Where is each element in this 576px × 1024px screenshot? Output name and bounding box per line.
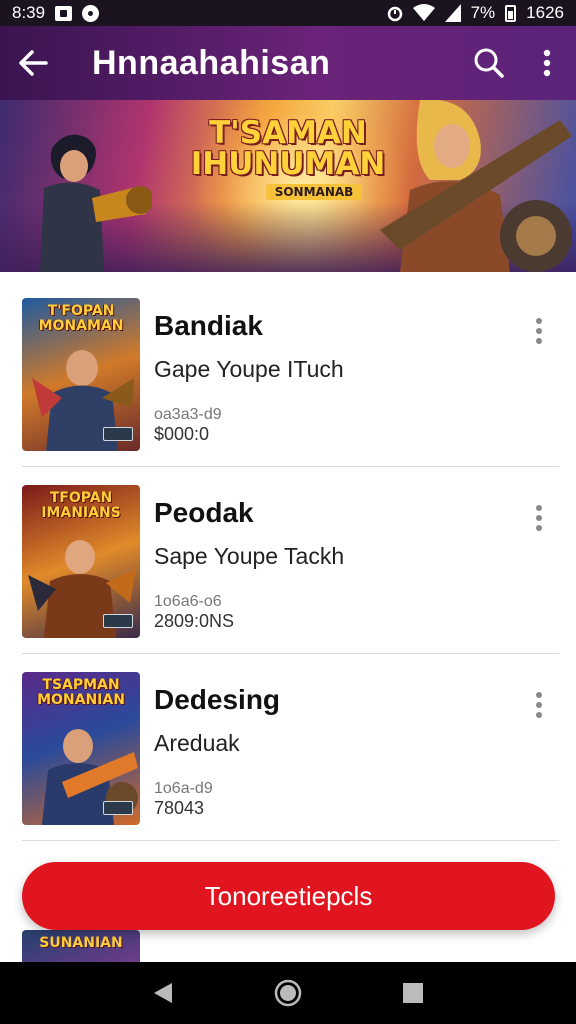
item-title: Peodak [154, 497, 254, 528]
list-item[interactable]: TFOPAN IMANIANS Peodak Sape Youpe Tackh … [22, 467, 559, 654]
game-list: T'FOPAN MONAMAN Bandiak Gape Youpe ITuch… [22, 280, 559, 841]
status-time: 8:39 [12, 3, 46, 22]
item-subtitle: Gape Youpe ITuch [154, 356, 344, 382]
primary-cta-button[interactable]: Tonoreetiepcls [22, 862, 555, 930]
more-vert-icon [536, 318, 542, 344]
thumbnail-badge [103, 801, 133, 815]
status-right: 7% 1626 [387, 3, 564, 23]
item-price: $000:0 [154, 424, 210, 444]
thumbnail-title: TSAPMAN MONANIAN [37, 677, 125, 709]
partial-thumbnail-title: SUNANIAN [39, 935, 123, 951]
item-subtitle: Sape Youpe Tackh [154, 543, 345, 569]
status-bar: 8:39 7% 1626 [0, 0, 576, 26]
app-bar: Hnnaahahisan [0, 26, 576, 100]
item-thumbnail: T'FOPAN MONAMAN [22, 298, 140, 451]
promo-banner[interactable]: T'SAMAN IHUNUMAN SONMANAB [0, 100, 576, 272]
signal-icon [444, 4, 461, 22]
thumbnail-badge [103, 614, 133, 628]
banner-tagline: SONMANAB [266, 184, 362, 200]
status-left: 8:39 [12, 3, 100, 23]
hero-right-character [380, 100, 572, 272]
thumbnail-title: T'FOPAN MONAMAN [38, 303, 124, 335]
item-more-button[interactable] [527, 690, 551, 720]
item-thumbnail: TSAPMAN MONANIAN [22, 672, 140, 825]
hero-left-character [40, 134, 152, 272]
item-price: 2809:0NS [154, 611, 235, 631]
search-icon [474, 48, 504, 78]
notification-circle-icon [82, 4, 100, 22]
item-meta: oa3a3-d9 [154, 406, 222, 423]
back-button[interactable] [0, 26, 66, 100]
nav-home-button[interactable] [268, 973, 308, 1013]
nav-recents-button[interactable] [393, 973, 433, 1013]
nav-back-button[interactable] [143, 973, 183, 1013]
search-button[interactable] [460, 26, 518, 100]
thumbnail-title: TFOPAN IMANIANS [41, 490, 121, 522]
notification-box-icon [55, 5, 73, 21]
item-thumbnail: TFOPAN IMANIANS [22, 485, 140, 638]
more-vert-icon [536, 692, 542, 718]
app-title: Hnnaahahisan [92, 43, 331, 82]
item-meta: 1o6a6-o6 [154, 593, 222, 610]
thumbnail-badge [103, 427, 133, 441]
system-nav-bar [0, 962, 576, 1024]
item-meta: 1o6a-d9 [154, 780, 213, 797]
nav-back-icon [153, 983, 172, 1003]
nav-home-icon [274, 979, 302, 1007]
partial-item-thumbnail[interactable]: SUNANIAN [22, 930, 140, 962]
status-clock: 1626 [526, 3, 564, 22]
item-more-button[interactable] [527, 316, 551, 346]
item-subtitle: Areduak [154, 730, 240, 756]
banner-title-line1: T'SAMAN [209, 115, 367, 151]
battery-icon [505, 4, 517, 22]
nav-recents-icon [403, 983, 424, 1003]
item-price: 78043 [154, 798, 205, 818]
more-vert-icon [543, 49, 551, 77]
back-arrow-icon [19, 50, 48, 76]
list-item[interactable]: T'FOPAN MONAMAN Bandiak Gape Youpe ITuch… [22, 280, 559, 467]
item-title: Dedesing [154, 684, 281, 715]
wifi-icon [412, 4, 435, 21]
more-vert-icon [536, 505, 542, 531]
banner-title: T'SAMAN IHUNUMAN SONMANAB [186, 118, 390, 200]
banner-title-line2: IHUNUMAN [190, 146, 386, 182]
alarm-icon [387, 6, 402, 22]
list-item[interactable]: TSAPMAN MONANIAN Dedesing Areduak 1o6a-d… [22, 654, 559, 841]
more-options-button[interactable] [518, 26, 576, 100]
battery-percent: 7% [470, 3, 496, 22]
item-title: Bandiak [154, 310, 263, 341]
item-more-button[interactable] [527, 503, 551, 533]
